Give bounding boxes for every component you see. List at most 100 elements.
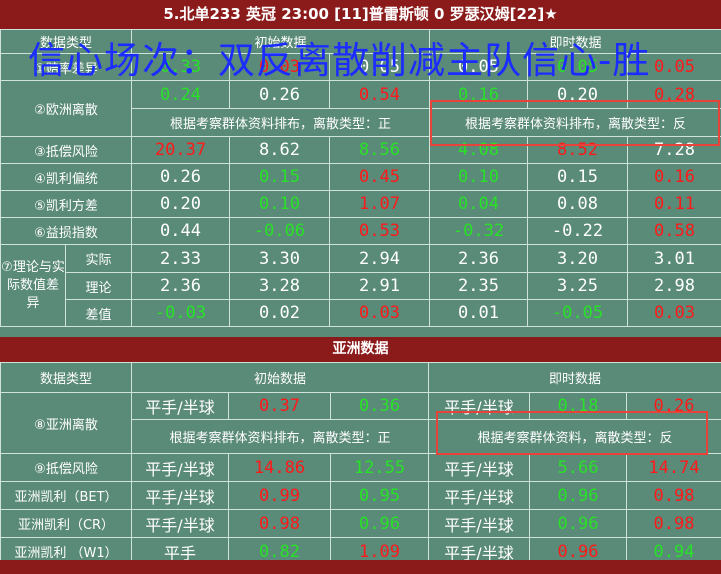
value-cell: 0.54 (329, 80, 431, 109)
handicap-cell: 平手/半球 (428, 509, 530, 538)
asia-data-table: 数据类型 初始数据 即时数据 ⑧亚洲离散 平手/半球 0.37 0.36 平手/… (0, 362, 721, 566)
asia-note-current: 根据考察群体资料，离散类型：反 (428, 419, 721, 454)
handicap-cell: 平手/半球 (131, 453, 229, 482)
value-cell: 0.33 (131, 53, 231, 81)
value-cell: 3.28 (229, 272, 331, 300)
value-cell: 0.99 (228, 481, 331, 510)
asia-section-bar: 亚洲数据 (0, 337, 721, 362)
row-kelly-bias: ④凯利偏统 0.26 0.15 0.45 0.10 0.15 0.16 (0, 163, 721, 191)
row-difference: 差值 -0.03 0.02 0.03 0.01 -0.05 0.03 (1, 299, 721, 327)
value-cell: 1.07 (329, 190, 431, 218)
value-cell: 0.03 (229, 53, 331, 81)
value-cell: -0.06 (229, 217, 331, 245)
value-cell: 2.94 (329, 244, 431, 273)
value-cell: 4.08 (429, 136, 529, 164)
row-kelly-variance: ⑤凯利方差 0.20 0.10 1.07 0.04 0.08 0.11 (0, 190, 721, 218)
handicap-cell: 平手/半球 (428, 453, 530, 482)
value-cell: 0.05 (429, 53, 529, 81)
handicap-cell: 平手/半球 (428, 392, 530, 420)
value-cell: 0.20 (527, 80, 629, 109)
value-cell: 0.05 (527, 53, 629, 81)
euro-data-table: 数据类型 初始数据 即时数据 ①赔率差异 0.33 0.03 0.05 0.05… (0, 29, 721, 327)
value-cell: 0.05 (329, 53, 431, 81)
sub-label-theory: 理论 (64, 272, 133, 300)
handicap-cell: 平手/半球 (131, 392, 229, 420)
value-cell: 0.20 (131, 190, 231, 218)
row-label: ③抵偿风险 (0, 136, 133, 164)
value-cell: 0.08 (527, 190, 629, 218)
value-cell: 8.62 (229, 136, 331, 164)
value-cell: 3.25 (527, 272, 629, 300)
value-cell: 3.30 (229, 244, 331, 273)
value-cell: 0.96 (330, 509, 429, 538)
value-cell: 2.98 (627, 272, 721, 300)
row-compensation-risk: ③抵偿风险 20.37 8.62 8.56 4.08 8.52 7.28 (0, 136, 721, 164)
header-current: 即时数据 (428, 362, 721, 393)
row-label: 亚洲凯利（BET） (0, 481, 132, 510)
value-cell: 0.01 (429, 299, 529, 327)
value-cell: 0.24 (131, 80, 231, 109)
value-cell: 0.03 (627, 299, 721, 327)
header-data-type: 数据类型 (0, 29, 133, 54)
match-title-bar: 5.北单233 英冠 23:00 [11]普雷斯顿 0 罗瑟汉姆[22]★ (0, 0, 721, 29)
row-label: ①赔率差异 (0, 53, 133, 81)
row-label: ⑨抵偿风险 (0, 453, 132, 482)
match-title: 5.北单233 英冠 23:00 [11]普雷斯顿 0 罗瑟汉姆[22]★ (163, 5, 558, 23)
value-cell: 0.58 (627, 217, 721, 245)
handicap-cell: 平手/半球 (131, 481, 229, 510)
sub-label-actual: 实际 (64, 244, 133, 273)
row-label: 亚洲凯利（CR） (0, 509, 132, 538)
dispersion-note-current: 根据考察群体资料排布，离散类型：反 (429, 108, 721, 137)
value-cell: 14.74 (626, 453, 721, 482)
value-cell: 0.04 (429, 190, 529, 218)
header-current: 即时数据 (429, 29, 721, 54)
value-cell: 0.16 (429, 80, 529, 109)
value-cell: 2.36 (429, 244, 529, 273)
row-label-theory-vs-actual: ⑦理论与实际数值差异 (0, 244, 66, 327)
handicap-cell: 平手/半球 (428, 481, 530, 510)
row-asia-kelly-cr: 亚洲凯利（CR） 平手/半球 0.98 0.96 平手/半球 0.96 0.98 (0, 509, 721, 538)
sub-label-difference: 差值 (64, 299, 133, 327)
value-cell: 2.91 (329, 272, 431, 300)
row-actual: ⑦理论与实际数值差异 实际 2.33 3.30 2.94 2.36 3.20 3… (0, 244, 721, 327)
value-cell: 0.98 (228, 509, 331, 538)
value-cell: 0.26 (131, 163, 231, 191)
bottom-bar (0, 560, 721, 574)
value-cell: 7.28 (627, 136, 721, 164)
value-cell: 0.98 (626, 481, 721, 510)
value-cell: 8.56 (329, 136, 431, 164)
value-cell: 0.28 (627, 80, 721, 109)
value-cell: 0.53 (329, 217, 431, 245)
asia-header-row: 数据类型 初始数据 即时数据 (0, 362, 721, 393)
row-asia-kelly-bet: 亚洲凯利（BET） 平手/半球 0.99 0.95 平手/半球 0.96 0.9… (0, 481, 721, 510)
value-cell: 0.26 (229, 80, 331, 109)
value-cell: 20.37 (131, 136, 231, 164)
value-cell: 3.20 (527, 244, 629, 273)
value-cell: 0.45 (329, 163, 431, 191)
row-profit-loss-index: ⑥益损指数 0.44 -0.06 0.53 -0.32 -0.22 0.58 (0, 217, 721, 245)
row-asia-compensation-risk: ⑨抵偿风险 平手/半球 14.86 12.55 平手/半球 5.66 14.74 (0, 453, 721, 482)
value-cell: 0.18 (529, 392, 627, 420)
asia-note-initial: 根据考察群体资料排布，离散类型：正 (131, 419, 429, 454)
value-cell: 12.55 (330, 453, 429, 482)
value-cell: 0.16 (627, 163, 721, 191)
value-cell: -0.03 (131, 299, 231, 327)
value-cell: 0.10 (429, 163, 529, 191)
value-cell: 5.66 (529, 453, 627, 482)
header-data-type: 数据类型 (0, 362, 132, 393)
value-cell: 0.44 (131, 217, 231, 245)
value-cell: 0.36 (330, 392, 429, 420)
value-cell: 0.37 (228, 392, 331, 420)
handicap-cell: 平手/半球 (131, 509, 229, 538)
value-cell: 0.15 (527, 163, 629, 191)
value-cell: 0.26 (626, 392, 721, 420)
row-theory: 理论 2.36 3.28 2.91 2.35 3.25 2.98 (1, 272, 721, 300)
header-initial: 初始数据 (131, 29, 431, 54)
value-cell: 0.96 (529, 481, 627, 510)
row-euro-dispersion: ②欧洲离散 0.24 0.26 0.54 0.16 0.20 0.28 (0, 80, 721, 137)
value-cell: 0.15 (229, 163, 331, 191)
row-label: ⑥益损指数 (0, 217, 133, 245)
value-cell: 2.33 (131, 244, 231, 273)
value-cell: 0.96 (529, 509, 627, 538)
value-cell: 2.35 (429, 272, 529, 300)
